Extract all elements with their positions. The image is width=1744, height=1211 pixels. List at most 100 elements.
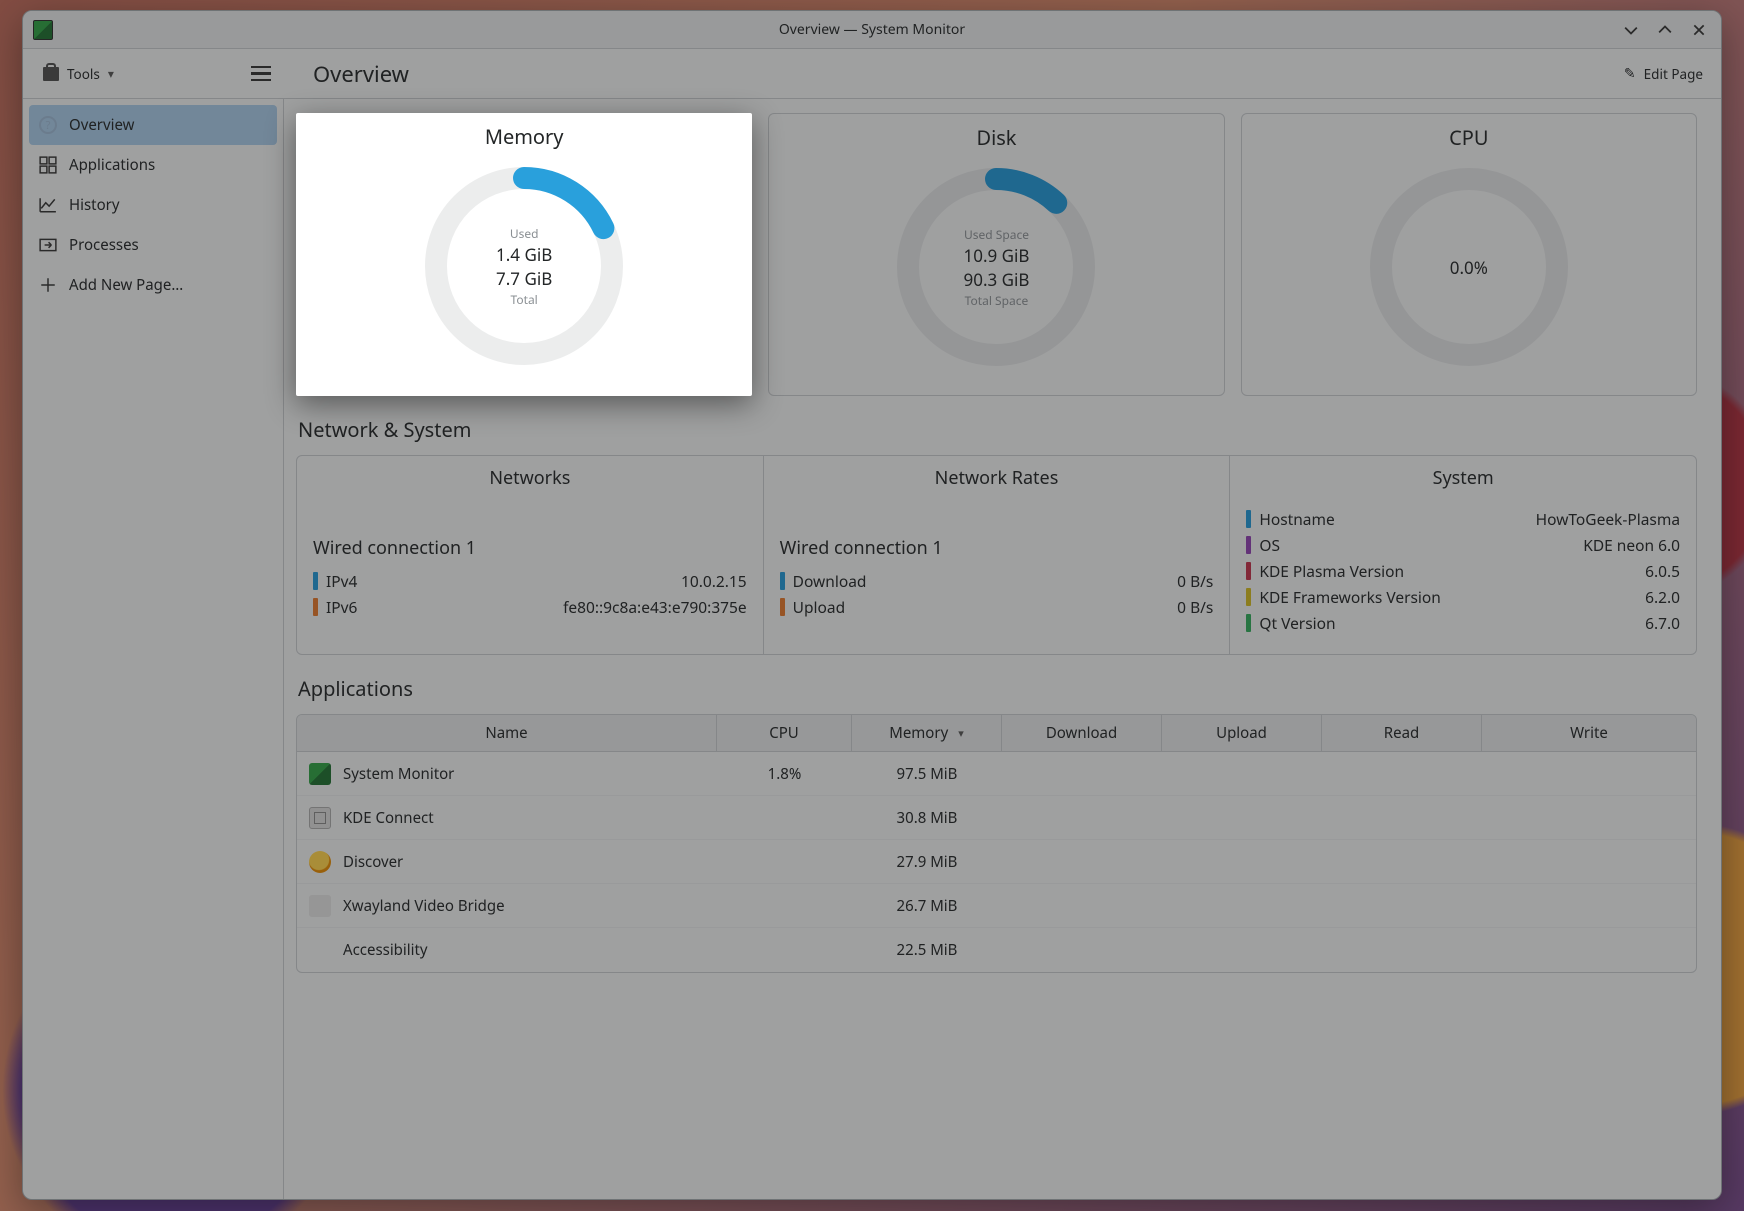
cell-memory: 26.7 MiB [852,896,1002,916]
disk-card[interactable]: Disk Used Space 10.9 GiB 90.3 GiB Total … [768,113,1224,396]
column-header-memory[interactable]: Memory▾ [852,715,1002,751]
info-key: Download [793,570,867,592]
cell-cpu: 1.8% [717,764,852,784]
plus-icon [39,276,57,294]
info-value: HowToGeek-Plasma [1536,508,1680,530]
tools-menu-button[interactable]: Tools ▾ [33,59,124,89]
sidebar-item-overview[interactable]: ? Overview [29,105,277,145]
info-value: 6.7.0 [1645,612,1680,634]
disk-total-label: Total Space [965,292,1029,309]
info-value: 6.0.5 [1645,560,1680,582]
grid-icon [39,156,57,174]
info-key: OS [1259,534,1280,556]
app-icon [309,763,331,785]
network-system-panel: Networks Wired connection 1 IPv4 10.0.2.… [296,455,1697,655]
process-icon [39,236,57,254]
column-header-name[interactable]: Name [297,715,717,751]
applications-header: Name CPU Memory▾ Download Upload Read Wr… [297,715,1696,752]
table-row[interactable]: System Monitor 1.8% 97.5 MiB [297,752,1696,796]
table-row[interactable]: Xwayland Video Bridge 26.7 MiB [297,884,1696,928]
info-key: Upload [793,596,845,618]
disk-used-value: 10.9 GiB [964,244,1030,267]
sidebar-item-label: History [69,195,120,215]
info-row: KDE Plasma Version 6.0.5 [1246,558,1680,584]
app-icon [309,895,331,917]
cpu-card[interactable]: CPU 0.0% [1241,113,1697,396]
sidebar-item-add-page[interactable]: Add New Page… [29,265,277,305]
sidebar-item-applications[interactable]: Applications [29,145,277,185]
info-row: Hostname HowToGeek-Plasma [1246,506,1680,532]
app-name: System Monitor [343,764,454,784]
system-title: System [1246,466,1680,490]
info-value: 10.0.2.15 [681,570,747,592]
table-row[interactable]: KDE Connect 30.8 MiB [297,796,1696,840]
edit-page-button[interactable]: ✎ Edit Page [1624,64,1703,83]
cell-memory: 27.9 MiB [852,852,1002,872]
edit-page-label: Edit Page [1644,65,1703,83]
cpu-title: CPU [1449,124,1488,151]
maximize-button[interactable] [1657,22,1673,38]
legend-color-bar [1246,536,1251,554]
tools-label: Tools [67,65,100,83]
memory-total-value: 7.7 GiB [496,267,552,290]
cpu-value: 0.0% [1450,256,1488,279]
system-monitor-window: Overview — System Monitor Tools ▾ Overvi… [22,10,1722,1200]
disk-used-label: Used Space [964,226,1029,243]
info-value: KDE neon 6.0 [1583,534,1680,556]
sidebar-item-label: Add New Page… [69,275,183,295]
memory-total-label: Total [511,291,538,308]
legend-color-bar [1246,588,1251,606]
cpu-donut: 0.0% [1359,157,1579,377]
table-row[interactable]: Discover 27.9 MiB [297,840,1696,884]
legend-color-bar [780,598,785,616]
sidebar: ? Overview Applications History Processe… [23,99,283,1199]
cell-memory: 30.8 MiB [852,808,1002,828]
info-row: KDE Frameworks Version 6.2.0 [1246,584,1680,610]
sidebar-item-label: Applications [69,155,155,175]
column-header-upload[interactable]: Upload [1162,715,1322,751]
hamburger-button[interactable] [251,66,271,81]
info-row: IPv4 10.0.2.15 [313,568,747,594]
legend-color-bar [1246,510,1251,528]
window-titlebar: Overview — System Monitor [23,11,1721,49]
info-icon: ? [39,116,57,134]
column-header-cpu[interactable]: CPU [717,715,852,751]
info-row: Upload 0 B/s [780,594,1214,620]
rates-title: Network Rates [780,466,1214,490]
cell-memory: 97.5 MiB [852,764,1002,784]
info-row: Download 0 B/s [780,568,1214,594]
applications-heading: Applications [298,675,1697,702]
toolbar: Tools ▾ Overview ✎ Edit Page [23,49,1721,99]
rates-connection-name: Wired connection 1 [780,536,1214,560]
memory-used-label: Used [510,225,539,242]
legend-color-bar [313,598,318,616]
info-key: KDE Frameworks Version [1259,586,1441,608]
app-name: Discover [343,852,403,872]
network-system-heading: Network & System [298,416,1697,443]
toolbox-icon [43,67,59,81]
column-header-write[interactable]: Write [1482,715,1696,751]
minimize-button[interactable] [1623,22,1639,38]
app-name: Xwayland Video Bridge [343,896,505,916]
app-name: Accessibility [343,940,428,960]
info-key: IPv4 [326,570,357,592]
column-header-download[interactable]: Download [1002,715,1162,751]
disk-total-value: 90.3 GiB [964,268,1030,291]
app-icon [309,807,331,829]
info-value: 0 B/s [1177,596,1213,618]
info-row: IPv6 fe80::9c8a:e43:e790:375e [313,594,747,620]
table-row[interactable]: Accessibility 22.5 MiB [297,928,1696,972]
app-icon [309,939,331,961]
networks-title: Networks [313,466,747,490]
info-row: OS KDE neon 6.0 [1246,532,1680,558]
column-header-read[interactable]: Read [1322,715,1482,751]
legend-color-bar [313,572,318,590]
info-value: fe80::9c8a:e43:e790:375e [563,596,747,618]
disk-title: Disk [976,124,1016,151]
info-key: KDE Plasma Version [1259,560,1404,582]
sidebar-item-label: Processes [69,235,139,255]
chevron-down-icon: ▾ [108,65,114,82]
close-button[interactable] [1691,22,1707,38]
sidebar-item-history[interactable]: History [29,185,277,225]
sidebar-item-processes[interactable]: Processes [29,225,277,265]
